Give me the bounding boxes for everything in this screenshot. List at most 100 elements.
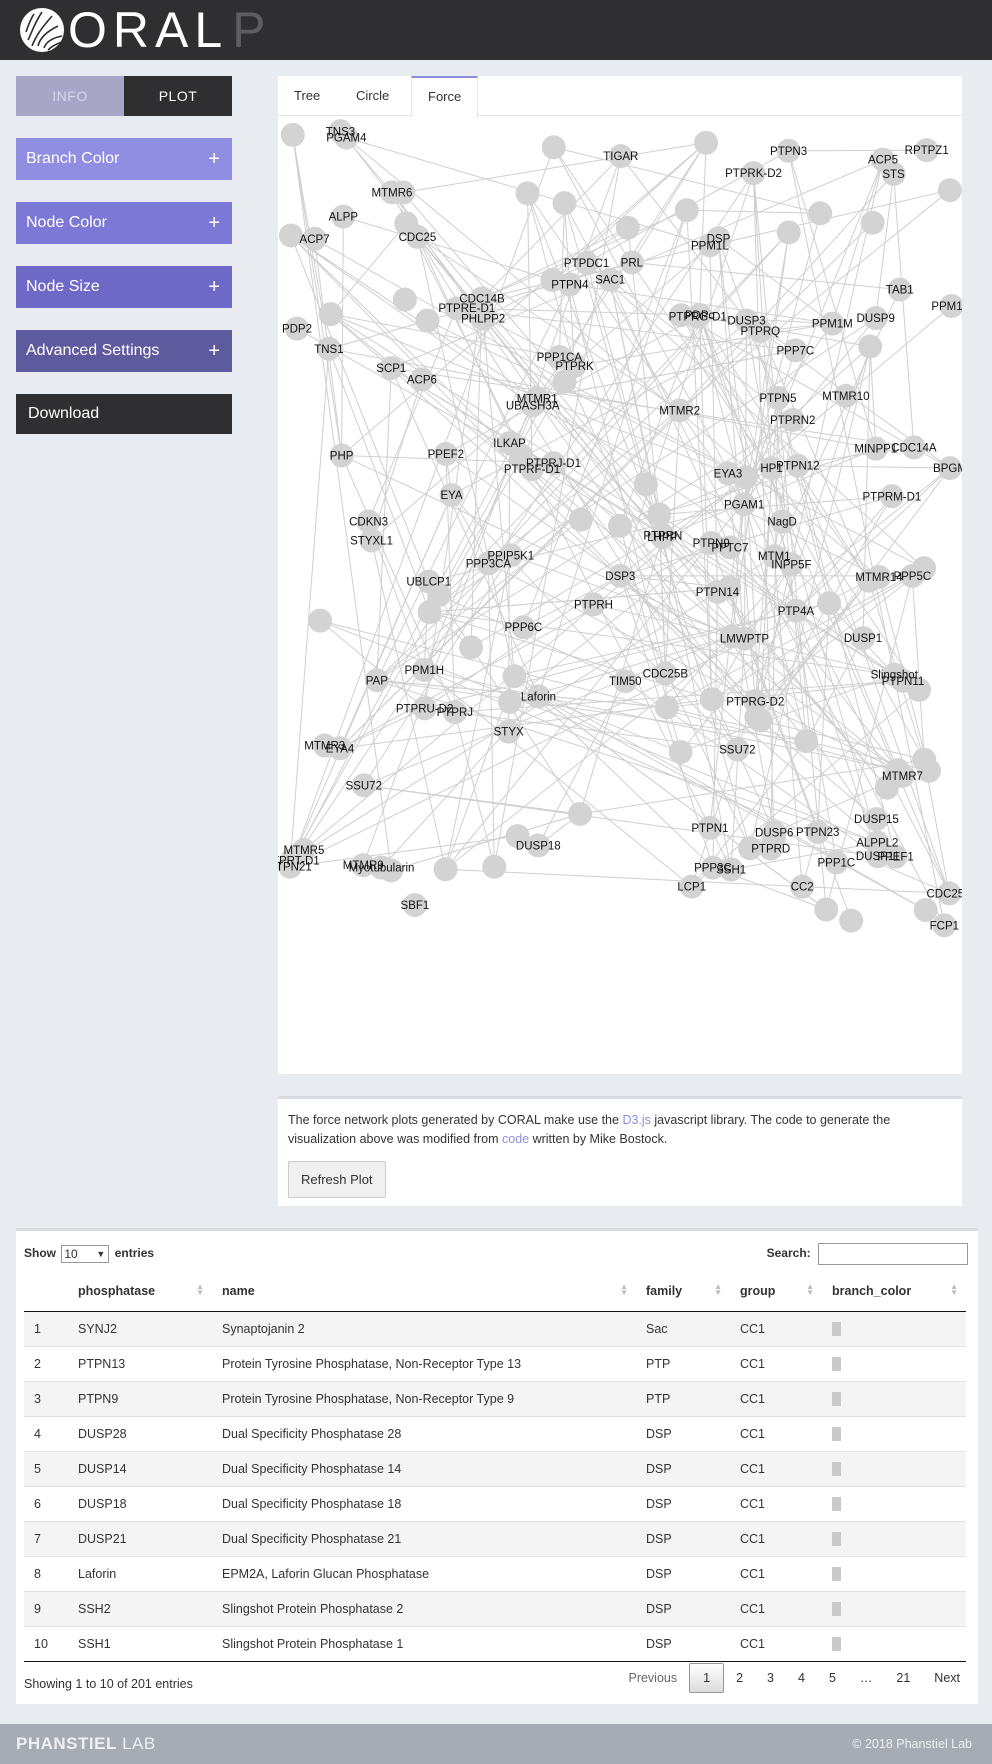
network-node-label: FCP1	[930, 920, 959, 932]
network-node[interactable]	[308, 608, 333, 633]
network-node[interactable]	[497, 689, 522, 714]
table-row[interactable]: 3 PTPN9 Protein Tyrosine Phosphatase, Non-…	[24, 1380, 966, 1416]
network-node[interactable]	[794, 729, 819, 754]
network-node[interactable]	[860, 210, 885, 235]
accordion-label: Branch Color	[26, 150, 120, 167]
network-node[interactable]	[552, 369, 577, 394]
network-node-label: DUSP18	[516, 840, 561, 852]
network-node-label: ACP5	[868, 155, 898, 167]
info-toggle-button[interactable]: INFO	[16, 76, 124, 116]
network-node[interactable]	[607, 513, 632, 538]
network-node[interactable]	[814, 897, 839, 922]
network-node[interactable]	[515, 181, 540, 206]
network-node[interactable]	[459, 635, 484, 660]
tab-circle[interactable]: Circle	[340, 76, 405, 116]
network-node[interactable]	[415, 308, 440, 333]
network-node[interactable]	[541, 135, 566, 160]
network-node[interactable]	[839, 908, 864, 933]
table-row[interactable]: 4 DUSP28 Dual Specificity Phosphatase 28 DS…	[24, 1415, 966, 1451]
network-node-label: CDC25B	[643, 669, 689, 681]
refresh-plot-button[interactable]: Refresh Plot	[288, 1161, 386, 1198]
network-node[interactable]	[318, 302, 343, 327]
col-index[interactable]	[24, 1271, 68, 1312]
network-node[interactable]	[633, 472, 658, 497]
advanced-settings-accordion[interactable]: Advanced Settings +	[16, 330, 232, 372]
network-node[interactable]	[647, 502, 672, 527]
plot-toggle-button[interactable]: PLOT	[124, 76, 232, 116]
network-node[interactable]	[668, 739, 693, 764]
network-node[interactable]	[699, 687, 724, 712]
d3js-link[interactable]: D3.js	[622, 1113, 650, 1127]
page-2-button[interactable]: 2	[724, 1663, 755, 1693]
network-node[interactable]	[568, 507, 593, 532]
network-node[interactable]	[937, 178, 962, 203]
network-node[interactable]	[615, 215, 640, 240]
network-node[interactable]	[912, 747, 937, 772]
network-node[interactable]	[858, 334, 883, 359]
network-node[interactable]	[674, 198, 699, 223]
branch-color-swatch	[832, 1601, 841, 1616]
network-node[interactable]	[776, 220, 801, 245]
table-row[interactable]: 1 SYNJ2 Synaptojanin 2 Sac CC1	[24, 1310, 966, 1346]
table-row[interactable]: 10 SSH1 Slingshot Protein Phosphatase 1 DSP…	[24, 1625, 966, 1662]
phanstiel-lab-logo[interactable]: PHANSTIEL LAB	[16, 1734, 156, 1754]
network-node[interactable]	[280, 122, 305, 147]
table-row[interactable]: 2 PTPN13 Protein Tyrosine Phosphatase, Non…	[24, 1345, 966, 1381]
table-row[interactable]: 6 DUSP18 Dual Specificity Phosphatase 18 DS…	[24, 1485, 966, 1521]
cell-group: CC1	[730, 1380, 822, 1416]
tab-tree[interactable]: Tree	[278, 76, 336, 116]
network-node[interactable]	[694, 130, 719, 155]
entries-select[interactable]: 10 ▼	[61, 1245, 110, 1263]
page-5-button[interactable]: 5	[817, 1663, 848, 1693]
col-family[interactable]: family ▲ ▼	[636, 1271, 730, 1312]
col-phosphatase[interactable]: phosphatase ▲ ▼	[68, 1271, 212, 1312]
cell-phosphatase: DUSP14	[68, 1450, 212, 1486]
col-name[interactable]: name ▲ ▼	[212, 1271, 636, 1312]
network-node[interactable]	[568, 801, 593, 826]
network-node[interactable]	[433, 857, 458, 882]
table-row[interactable]: 8 Laforin EPM2A, Laforin Glucan Phosphatas…	[24, 1555, 966, 1591]
branch-color-accordion[interactable]: Branch Color +	[16, 138, 232, 180]
cell-branch-color	[822, 1450, 966, 1486]
network-node[interactable]	[552, 191, 577, 216]
network-node-label: DUSP3	[727, 315, 765, 327]
branch-color-swatch	[832, 1531, 841, 1546]
tab-force[interactable]: Force	[411, 76, 479, 117]
col-branch-color[interactable]: branch_color ▲ ▼	[822, 1271, 966, 1312]
previous-page-button[interactable]: Previous	[616, 1663, 689, 1693]
table-row[interactable]: 7 DUSP21 Dual Specificity Phosphatase 21 DS…	[24, 1520, 966, 1556]
network-node-label: PPP6C	[504, 622, 542, 634]
network-node[interactable]	[744, 704, 769, 729]
download-button[interactable]: Download	[16, 394, 232, 434]
network-node-label: PTPN14	[696, 587, 740, 599]
branch-color-swatch	[832, 1461, 841, 1476]
network-node[interactable]	[392, 287, 417, 312]
node-size-accordion[interactable]: Node Size +	[16, 266, 232, 308]
node-color-accordion[interactable]: Node Color +	[16, 202, 232, 244]
coral-logo[interactable]: ORAL P	[18, 4, 266, 56]
page-1-button[interactable]: 1	[689, 1663, 725, 1693]
page-4-button[interactable]: 4	[786, 1663, 817, 1693]
next-page-button[interactable]: Next	[922, 1663, 972, 1693]
network-node[interactable]	[913, 898, 938, 923]
chevron-down-icon: ▼	[96, 1249, 106, 1259]
code-link[interactable]: code	[502, 1132, 529, 1146]
network-node[interactable]	[502, 664, 527, 689]
table-row[interactable]: 5 DUSP14 Dual Specificity Phosphatase 14 DS…	[24, 1450, 966, 1486]
force-network-plot[interactable]: PTPN21CDC14BMTM1STYXINPP5FLMWPTPPPM1MLaf…	[278, 116, 962, 1074]
network-node[interactable]	[808, 201, 833, 226]
network-node[interactable]	[817, 591, 842, 616]
table-row[interactable]: 9 SSH2 Slingshot Protein Phosphatase 2 DSP C…	[24, 1590, 966, 1626]
search-input[interactable]	[818, 1243, 968, 1265]
page-21-button[interactable]: 21	[884, 1663, 922, 1693]
network-node-label: MTMR10	[822, 391, 869, 403]
network-node[interactable]	[654, 695, 679, 720]
cell-phosphatase: PTPN13	[68, 1345, 212, 1381]
network-node[interactable]	[482, 854, 507, 879]
cell-phosphatase: DUSP21	[68, 1520, 212, 1556]
logo-suffix: P	[232, 2, 266, 58]
cell-index: 5	[24, 1450, 68, 1486]
col-group[interactable]: group ▲ ▼	[730, 1271, 822, 1312]
network-node-label: PGAM1	[724, 499, 764, 511]
page-3-button[interactable]: 3	[755, 1663, 786, 1693]
